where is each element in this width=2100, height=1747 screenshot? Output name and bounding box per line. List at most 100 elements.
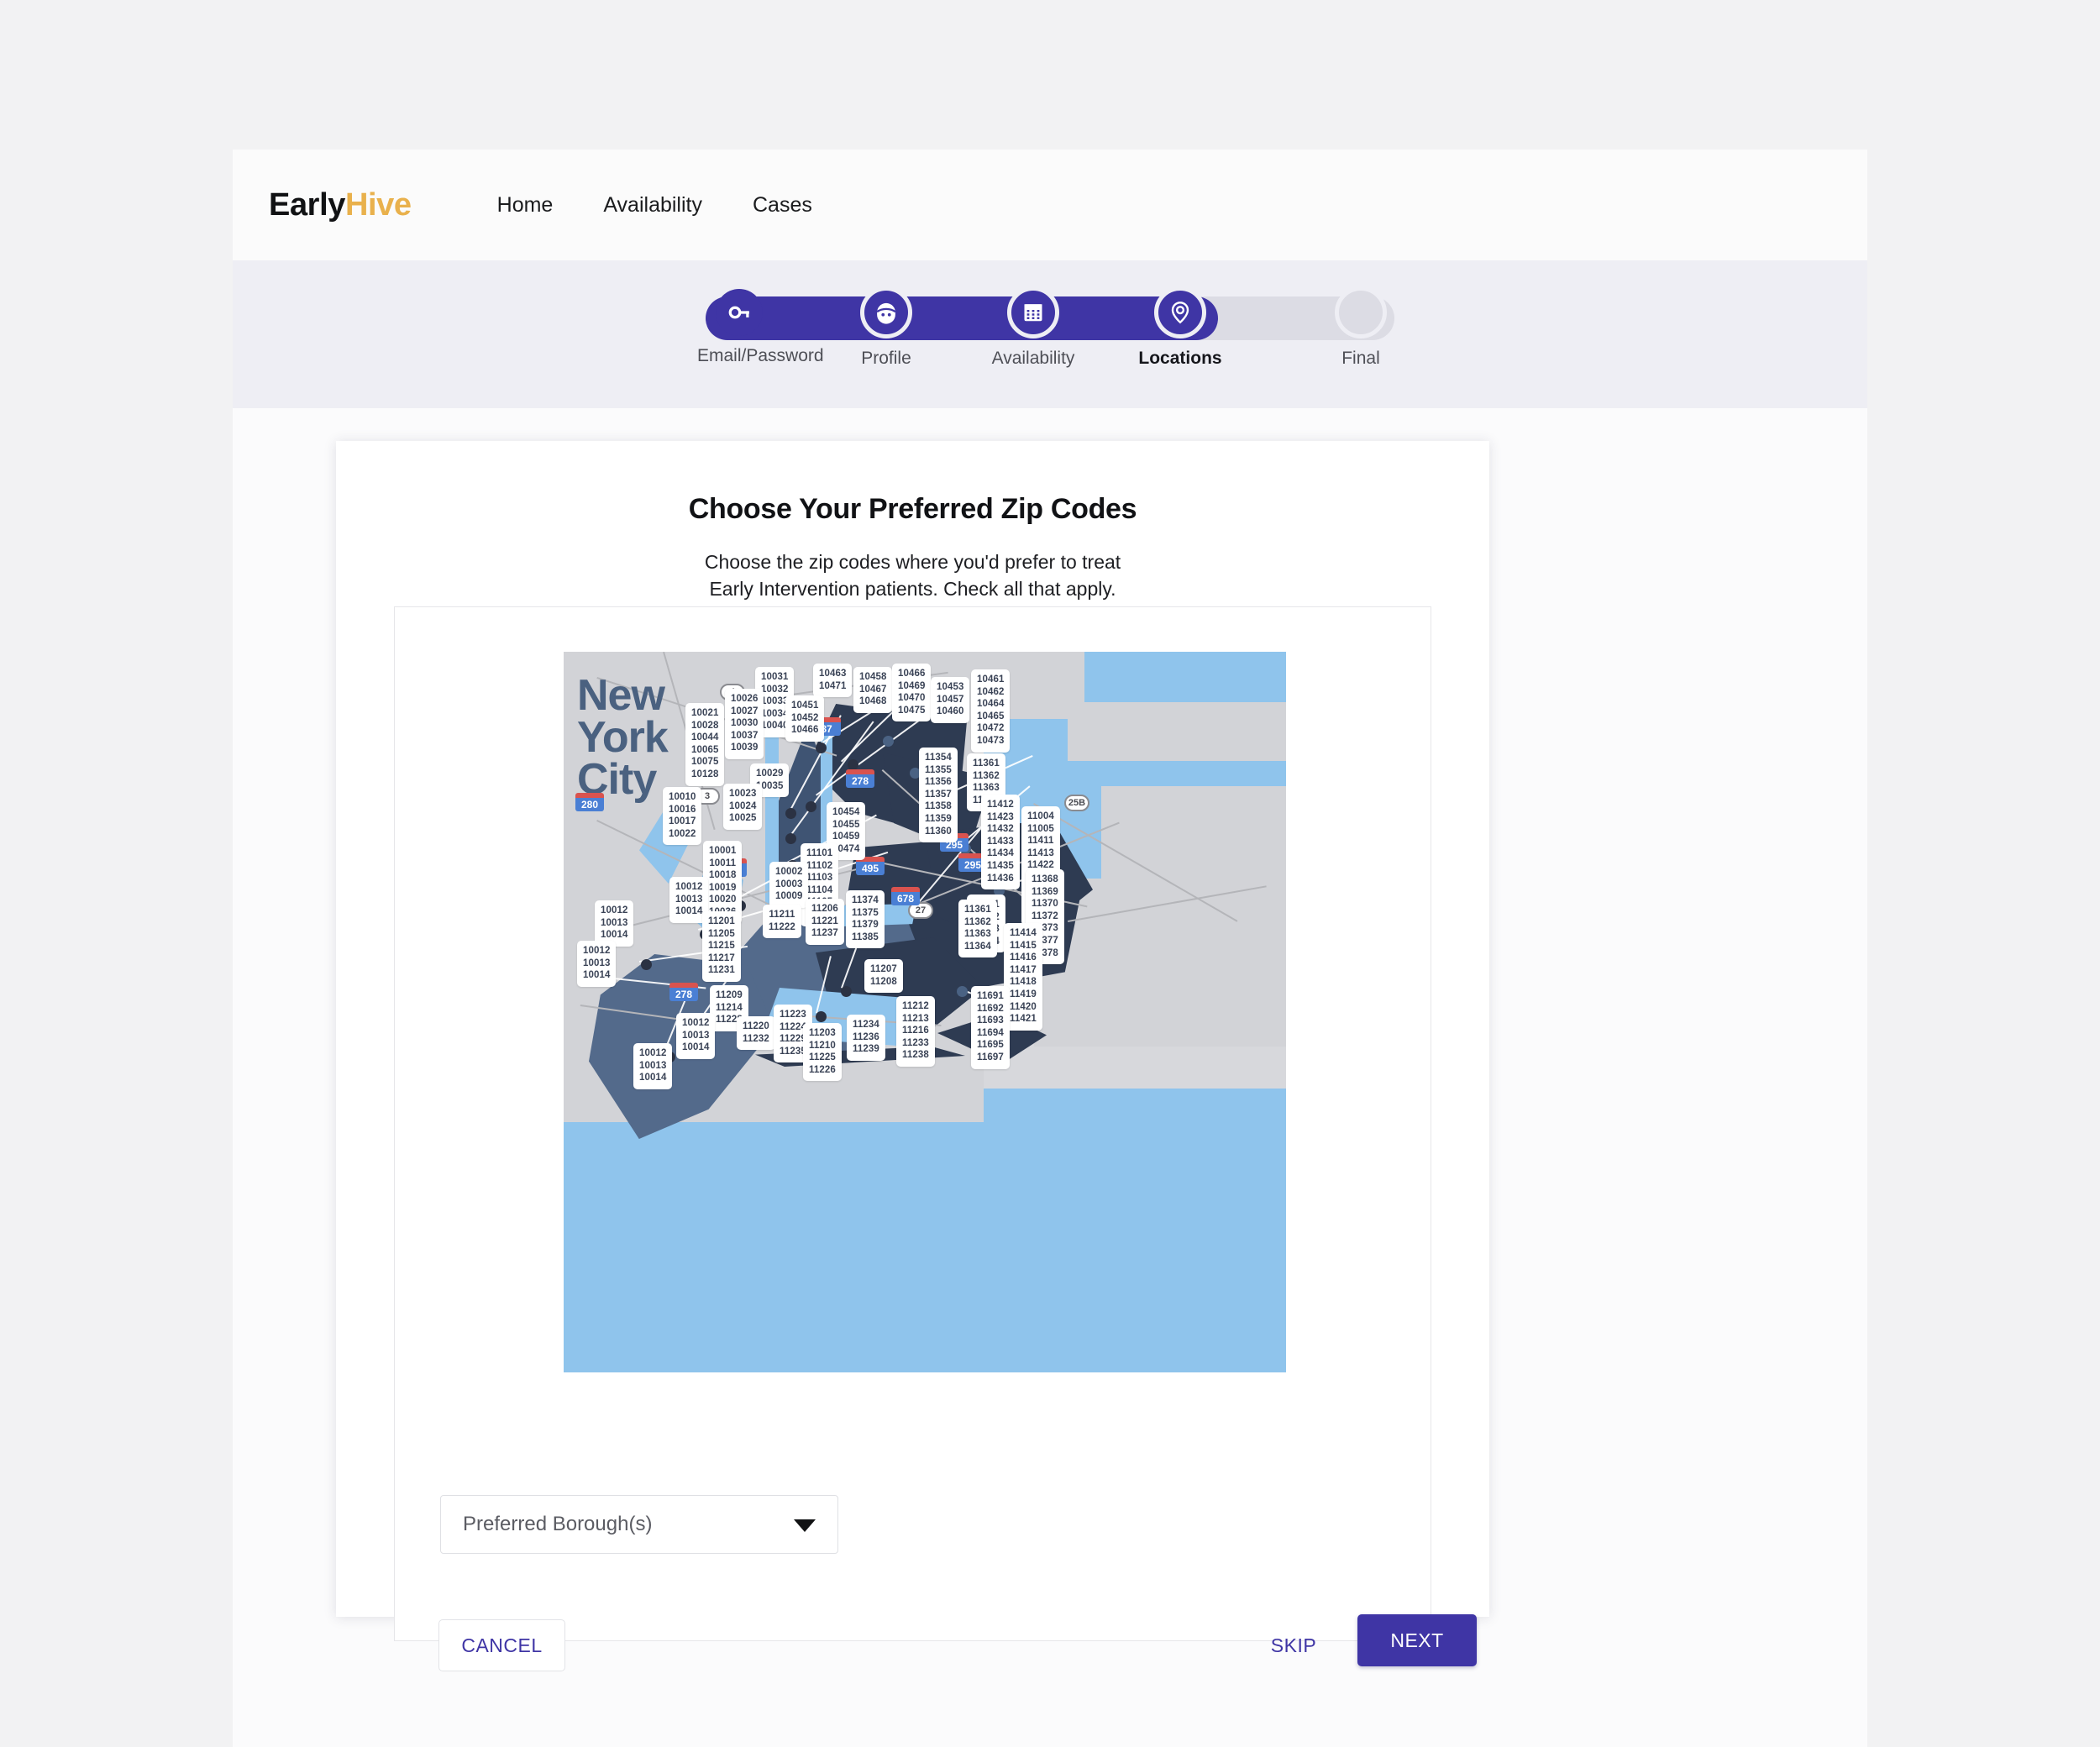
zipcode-group-g06[interactable]: 10461 10462 10464 10465 10472 10473 <box>971 669 1011 753</box>
zipcode-group-g39[interactable]: 11361 11362 11363 11364 <box>958 900 997 958</box>
zipcode-value: 11207 <box>870 964 897 974</box>
zipcode-group-g25[interactable]: 11206 11221 11237 <box>806 899 844 945</box>
zipcode-value: 11416 <box>1010 952 1037 963</box>
top-navigation-bar: EarlyHive Home Availability Cases <box>233 150 1867 260</box>
zipcode-value: 10468 <box>859 696 887 707</box>
zipcode-value: 11355 <box>925 764 952 775</box>
zipcode-value: 10455 <box>832 819 860 830</box>
nav-item-cases[interactable]: Cases <box>727 186 837 224</box>
preferred-borough-select[interactable]: Preferred Borough(s) <box>440 1495 838 1554</box>
zipcode-value: 11222 <box>769 921 795 932</box>
zipcode-group-g04[interactable]: 10466 10469 10470 10475 <box>892 664 932 722</box>
zipcode-group-g11[interactable]: 10010 10016 10017 10022 <box>663 787 702 846</box>
zipcode-value: 11697 <box>977 1052 1004 1062</box>
zipcode-value: 11361 <box>973 758 1000 769</box>
step-email-password[interactable]: Email/Password <box>697 282 824 366</box>
step-final[interactable]: Final <box>1319 282 1403 369</box>
step-availability[interactable]: Availability <box>991 282 1075 369</box>
zipcode-group-g12[interactable]: 10023 10024 10025 <box>723 784 763 830</box>
zipcode-group-g26[interactable]: 11211 11222 <box>763 905 801 939</box>
zipcode-value: 11412 <box>987 800 1014 810</box>
zipcode-value: 10009 <box>775 891 803 902</box>
zipcode-group-g28[interactable]: 11414 11415 11416 11417 11418 11419 11420 11421 <box>1004 923 1042 1031</box>
nav-item-availability[interactable]: Availability <box>578 186 727 224</box>
zipcode-value: 11695 <box>977 1040 1004 1051</box>
zipcode-group-g13[interactable]: 11354 11355 11356 11357 11358 11359 11360 <box>919 748 958 843</box>
zipcode-value: 11220 <box>743 1021 769 1031</box>
zipcode-group-g21[interactable]: 10002 10003 10009 <box>769 862 809 908</box>
zipcode-value: 11413 <box>1027 847 1054 858</box>
nav-item-home[interactable]: Home <box>472 186 579 224</box>
zipcode-group-g07[interactable]: 10451 10452 10466 <box>785 695 825 742</box>
zipcode-group-g32[interactable]: 10012 10013 10014 <box>676 1013 716 1059</box>
zipcode-value: 10065 <box>691 744 719 755</box>
zipcode-group-g30[interactable]: 10012 10013 10014 <box>577 941 617 987</box>
zipcode-value: 10013 <box>675 894 703 905</box>
zipcode-group-g24[interactable]: 11374 11375 11379 11385 <box>846 890 885 949</box>
step-locations[interactable]: Locations <box>1138 282 1222 369</box>
zipcode-value: 10010 <box>669 792 696 802</box>
zipcode-value: 10029 <box>756 769 784 779</box>
cancel-button[interactable]: CANCEL <box>438 1619 565 1671</box>
zipcode-group-g36[interactable]: 11234 11236 11239 <box>847 1015 885 1061</box>
zipcode-value: 11234 <box>853 1020 879 1030</box>
zipcode-value: 11372 <box>1032 910 1058 921</box>
zipcode-value: 10014 <box>639 1073 667 1083</box>
zipcode-value: 10459 <box>832 832 860 842</box>
zipcode-group-g15[interactable]: 11412 11423 11432 11433 11434 11435 11436 <box>981 795 1020 890</box>
zipcode-value: 11232 <box>743 1033 769 1044</box>
zipcode-value: 10012 <box>583 946 611 956</box>
zipcode-value: 11005 <box>1027 823 1054 834</box>
step-profile[interactable]: Profile <box>844 282 928 369</box>
zipcode-value: 10022 <box>669 828 696 839</box>
zipcode-value: 11203 <box>809 1028 836 1038</box>
zipcode-value: 10011 <box>709 858 737 868</box>
zipcode-group-g09[interactable]: 10021 10028 10044 10065 10075 10128 <box>685 703 725 786</box>
next-button[interactable]: NEXT <box>1357 1614 1477 1666</box>
zipcode-value: 10016 <box>669 804 696 815</box>
zipcode-group-g08[interactable]: 10026 10027 10030 10037 10039 <box>725 689 764 759</box>
step-circle-locations[interactable] <box>1154 286 1206 338</box>
zipcode-value: 11370 <box>1032 899 1058 910</box>
zipcode-value: 11223 <box>780 1010 806 1020</box>
zipcode-value: 10012 <box>639 1048 667 1058</box>
zipcode-value: 10031 <box>761 672 789 682</box>
zipcode-group-g27[interactable]: 11201 11205 11215 11217 11231 <box>702 911 741 982</box>
zipcode-value: 10465 <box>977 711 1005 721</box>
map-pin-icon <box>1171 302 1189 324</box>
zipcode-value: 11362 <box>964 916 991 927</box>
zipcode-value: 11239 <box>853 1044 879 1055</box>
zipcode-group-g05[interactable]: 10453 10457 10460 <box>931 677 970 723</box>
zipcode-value: 10003 <box>775 879 803 889</box>
zipcode-group-g29[interactable]: 10012 10013 10014 <box>595 900 634 947</box>
step-circle-availability[interactable] <box>1007 286 1059 338</box>
brand-logo[interactable]: EarlyHive <box>269 187 412 223</box>
step-circle-final[interactable] <box>1335 286 1387 338</box>
zipcode-group-g35[interactable]: 11203 11210 11225 11226 <box>803 1023 842 1082</box>
zipcode-group-g37[interactable]: 11212 11213 11216 11233 11238 <box>896 996 935 1067</box>
zipcode-group-g40[interactable]: 11691 11692 11693 11694 11695 11697 <box>971 986 1010 1069</box>
route-shield-25b: 25B <box>1064 795 1089 811</box>
zipcode-group-g33[interactable]: 11220 11232 <box>737 1016 775 1051</box>
zipcode-value: 10454 <box>832 807 860 817</box>
zipcode-value: 10463 <box>819 669 847 679</box>
zipcode-value: 11354 <box>925 753 952 763</box>
zipcode-group-g03[interactable]: 10458 10467 10468 <box>853 667 893 713</box>
zipcode-value: 11206 <box>811 904 838 914</box>
zipcode-group-g38[interactable]: 11207 11208 <box>864 959 903 994</box>
zipcode-value: 10025 <box>729 813 757 824</box>
zipcode-group-g02[interactable]: 10463 10471 <box>813 664 853 698</box>
page-subtitle-line2: Early Intervention patients. Check all t… <box>709 577 1116 600</box>
step-circle-email-password[interactable] <box>716 289 763 336</box>
step-circle-profile[interactable] <box>860 286 912 338</box>
nyc-zipcode-map[interactable]: 4 3 25B 27 95 95 280 78 87 278 278 495 2… <box>564 652 1286 1372</box>
zipcode-value: 10037 <box>731 730 759 741</box>
route-shield-280: 280 <box>575 793 604 811</box>
skip-button[interactable]: SKIP <box>1243 1619 1344 1671</box>
map-city-title-line1: New <box>577 671 665 720</box>
zipcode-value: 11375 <box>852 907 879 918</box>
zipcode-group-g41[interactable]: 10012 10013 10014 <box>633 1043 673 1089</box>
zipcode-value: 10472 <box>977 723 1005 734</box>
zipcode-value: 10013 <box>601 917 628 928</box>
zipcode-value: 11237 <box>811 928 838 939</box>
